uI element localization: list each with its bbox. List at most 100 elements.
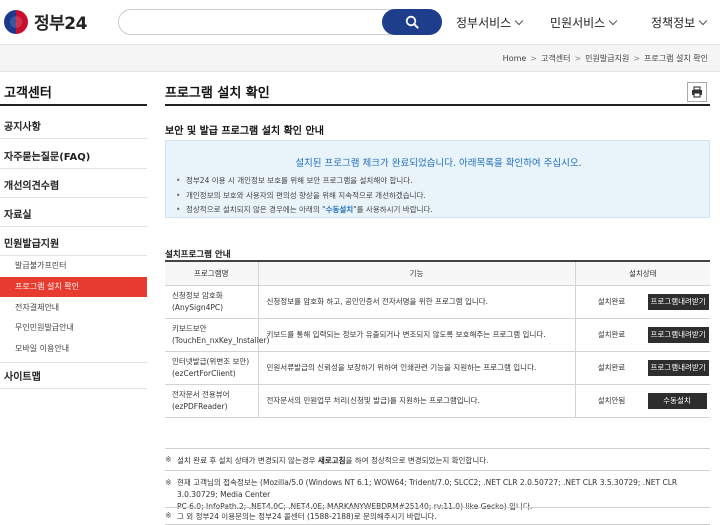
breadcrumb-separator-icon: >: [574, 54, 582, 63]
printer-icon: [692, 86, 702, 98]
chevron-down-icon: [698, 16, 708, 26]
notice-item: 정부24 이용 시 개인정보 보호를 위해 보안 프로그램을 설치해야 합니다.: [176, 174, 433, 189]
divider: [0, 168, 147, 169]
install-status: 설치완료: [597, 297, 626, 306]
sidebar-item-feedback[interactable]: 개선의견수렴: [4, 177, 59, 192]
install-status: 설치안됨: [597, 396, 626, 405]
search-box: [118, 9, 442, 35]
reference-mark-icon: ※: [165, 478, 172, 487]
table-row: 신청정보 암호화 (AnySign4PC) 신청정보를 암호화 하고, 공인인증서…: [165, 285, 710, 319]
sidebar-sub-mobile-guide[interactable]: 모바일 이용안내: [0, 339, 147, 359]
info-note: ※ 현재 고객님의 접속정보는 (Mozilla/5.0 (Windows NT…: [165, 470, 710, 511]
sidebar-sub-payment-guide[interactable]: 전자결제안내: [0, 298, 147, 318]
page-title: 프로그램 설치 확인: [165, 86, 270, 101]
install-status: 설치완료: [597, 363, 626, 372]
manual-install-link[interactable]: 수동설치: [326, 205, 354, 214]
download-button[interactable]: 프로그램내려받기: [647, 293, 709, 310]
breadcrumb-home[interactable]: Home: [503, 54, 527, 63]
notice-headline: 설치된 프로그램 체크가 완료되었습니다. 아래목록을 확인하여 주십시오.: [295, 158, 582, 169]
sidebar-title: 고객센터: [4, 86, 52, 101]
nav-label: 민원서비스: [550, 16, 606, 30]
status-cell: 설치완료 프로그램내려받기: [574, 351, 710, 385]
nav-label: 정부서비스: [456, 16, 512, 30]
program-name-cell: 인터넷발급(위변조 보안) (ezCertForClient): [165, 351, 258, 385]
chevron-down-icon: [608, 16, 618, 26]
sidebar-item-resources[interactable]: 자료실: [4, 206, 32, 221]
reference-mark-icon: ※: [165, 511, 172, 520]
section-subtitle: 보안 및 발급 프로그램 설치 확인 안내: [165, 126, 324, 137]
table-header-row: 프로그램명 기능 설치상태: [165, 260, 710, 286]
reference-mark-icon: ※: [165, 455, 172, 464]
header: 정부24 정부서비스 민원서비스 정책정보: [0, 0, 720, 44]
nav-government-services[interactable]: 정부서비스: [456, 14, 524, 31]
info-note: ※ 설치 완료 후 설치 상태가 변경되지 않는경우 새로고침을 하여 정상적으…: [165, 448, 710, 470]
table-row: 전자문서 전용뷰어 (ezPDFReader) 전자문서의 민원업무 처리(신청및…: [165, 384, 710, 418]
program-description: 민원서류발급의 신뢰성을 보장하기 위하여 인쇄관련 기능을 지원하는 프로그램…: [257, 351, 575, 385]
program-id: (AnySign4PC): [172, 302, 224, 312]
program-table: 프로그램명 기능 설치상태 신청정보 암호화 (AnySign4PC) 신청정보를…: [165, 260, 710, 418]
sidebar-sub-program-check[interactable]: 프로그램 설치 확인: [0, 277, 147, 297]
chevron-down-icon: [514, 16, 524, 26]
breadcrumb-bar: Home > 고객센터 > 민원발급지원 > 프로그램 설치 확인: [0, 44, 720, 72]
info-text-bold: 새로고침: [317, 456, 346, 465]
notice-box: 설치된 프로그램 체크가 완료되었습니다. 아래목록을 확인하여 주십시오. 정…: [165, 140, 710, 218]
sidebar-sub-unsupported-printers[interactable]: 발급불가프린터: [0, 256, 147, 276]
sidebar-sub-kiosk-guide[interactable]: 무인민원발급안내: [0, 318, 147, 338]
program-description: 키보드를 통해 입력되는 정보가 유출되거나 변조되지 않도록 보호해주는 프로…: [257, 318, 575, 352]
table-row: 인터넷발급(위변조 보안) (ezCertForClient) 민원서류발급의 신…: [165, 351, 710, 385]
program-name-cell: 키보드보안 (TouchEn_nxKey_Installer): [165, 318, 270, 352]
sidebar-item-sitemap[interactable]: 사이트맵: [4, 368, 41, 383]
print-button[interactable]: [687, 82, 707, 102]
divider: [0, 226, 147, 227]
program-name: 전자문서 전용뷰어: [172, 389, 230, 399]
info-text-part: 설치 완료 후 설치 상태가 변경되지 않는경우: [177, 456, 318, 465]
sidebar-item-issuance-support[interactable]: 민원발급지원: [4, 235, 59, 250]
program-name-cell: 신청정보 암호화 (AnySign4PC): [165, 285, 258, 319]
sidebar-item-notice[interactable]: 공지사항: [4, 118, 41, 133]
breadcrumb-issuance-support[interactable]: 민원발급지원: [585, 53, 629, 64]
info-note: ※ 그 외 정부24 이용문의는 정부24 콜센터 (1588-2188)로 문…: [165, 507, 710, 525]
nav-policy-info[interactable]: 정책정보: [651, 14, 708, 31]
program-id: (ezPDFReader): [172, 401, 228, 411]
divider: [0, 362, 147, 363]
breadcrumb: Home > 고객센터 > 민원발급지원 > 프로그램 설치 확인: [503, 53, 708, 64]
info-text-line: 현재 고객님의 접속정보는 (Mozilla/5.0 (Windows NT 6…: [177, 478, 678, 499]
site-logo[interactable]: 정부24: [4, 9, 87, 34]
search-icon: [405, 15, 419, 29]
search-input[interactable]: [131, 14, 381, 30]
sidebar-item-faq[interactable]: 자주묻는질문(FAQ): [4, 148, 90, 163]
program-name: 신청정보 암호화: [172, 290, 223, 300]
nav-label: 정책정보: [651, 16, 696, 30]
column-header: 기능: [257, 260, 575, 286]
breadcrumb-separator-icon: >: [633, 54, 641, 63]
taegeuk-logo-icon: [4, 9, 28, 34]
download-button[interactable]: 프로그램내려받기: [647, 359, 709, 376]
search-button[interactable]: [382, 9, 442, 35]
logo-text: 정부24: [34, 14, 87, 34]
status-cell: 설치완료 프로그램내려받기: [574, 318, 710, 352]
program-description: 신청정보를 암호화 하고, 공인인증서 전자서명을 위한 프로그램 입니다.: [257, 285, 575, 319]
notice-item: 개인정보의 보호와 사용자의 편의성 향상을 위해 지속적으로 개선하겠습니다.: [176, 189, 433, 204]
column-header: 설치상태: [574, 260, 710, 286]
install-status: 설치완료: [597, 330, 626, 339]
table-row: 키보드보안 (TouchEn_nxKey_Installer) 키보드를 통해 입…: [165, 318, 710, 352]
divider: [0, 388, 147, 389]
breadcrumb-customer-center[interactable]: 고객센터: [541, 53, 570, 64]
notice-list: 정부24 이용 시 개인정보 보호를 위해 보안 프로그램을 설치해야 합니다.…: [176, 174, 433, 218]
column-header: 프로그램명: [165, 260, 258, 286]
status-cell: 설치완료 프로그램내려받기: [574, 285, 710, 319]
program-id: (TouchEn_nxKey_Installer): [172, 335, 270, 345]
info-text: 설치 완료 후 설치 상태가 변경되지 않는경우 새로고침을 하여 정상적으로 …: [177, 455, 489, 467]
divider: [165, 104, 710, 106]
divider: [0, 138, 147, 139]
manual-install-button[interactable]: 수동설치: [647, 392, 707, 409]
divider: [0, 197, 147, 198]
download-button[interactable]: 프로그램내려받기: [647, 326, 709, 343]
table-title: 설치프로그램 안내: [165, 250, 231, 260]
program-name: 인터넷발급(위변조 보안): [172, 356, 250, 366]
nav-civil-services[interactable]: 민원서비스: [550, 14, 618, 31]
program-description: 전자문서의 민원업무 처리(신청및 발급)를 지원하는 프로그램입니다.: [257, 384, 575, 418]
program-name: 키보드보안: [172, 323, 207, 333]
program-id: (ezCertForClient): [172, 368, 236, 378]
info-text-part: 을 하여 정상적으로 변경되었는지 확인합니다.: [345, 456, 489, 465]
